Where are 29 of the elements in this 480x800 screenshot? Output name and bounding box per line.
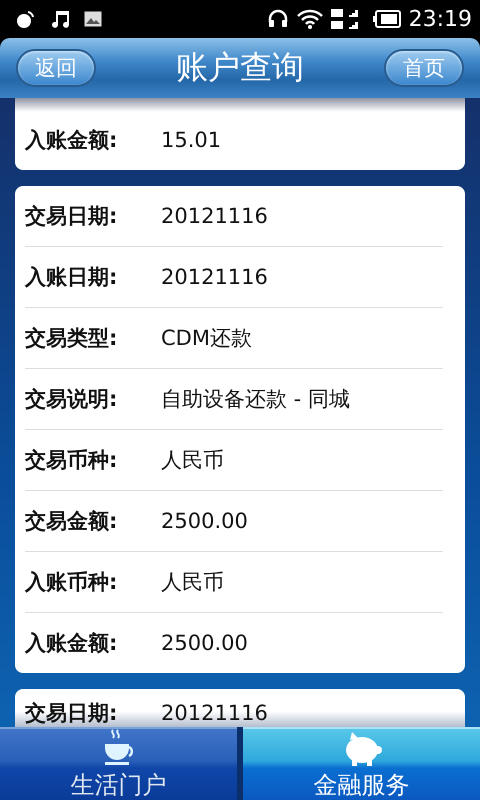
page-title: 账户查询 xyxy=(176,47,304,88)
field-label: 入账金额: xyxy=(25,630,118,657)
field-label: 入账金额: xyxy=(25,127,118,154)
field-label: 交易币种: xyxy=(25,447,118,474)
headset-icon xyxy=(266,8,289,30)
field-value: 2500.00 xyxy=(161,509,248,533)
field-value: CDM还款 xyxy=(161,325,252,352)
field-label: 交易日期: xyxy=(25,203,118,230)
music-icon xyxy=(50,8,70,30)
battery-icon xyxy=(372,10,401,28)
field-value: 20121116 xyxy=(161,204,268,228)
field-value: 15.01 xyxy=(161,128,222,152)
field-value: 20121116 xyxy=(161,701,268,725)
field-value: 人民币 xyxy=(161,447,224,474)
field-label: 交易说明: xyxy=(25,386,118,413)
field-value: 20121116 xyxy=(161,265,268,289)
field-label: 入账日期: xyxy=(25,264,118,291)
tab[interactable]: 金融服务 xyxy=(243,727,480,800)
field-label: 交易金额: xyxy=(25,508,118,535)
image-icon xyxy=(84,11,102,27)
field-label: 入账币种: xyxy=(25,569,118,596)
field-value: 人民币 xyxy=(161,569,224,596)
field-label: 交易类型: xyxy=(25,325,118,352)
field-label: 交易日期: xyxy=(25,700,118,727)
tab[interactable]: 生活门户 xyxy=(0,727,237,800)
field-value: 2500.00 xyxy=(161,631,248,655)
wifi-icon xyxy=(296,9,323,29)
field-value: 自助设备还款 - 同城 xyxy=(161,386,350,413)
status-time: 23:19 xyxy=(408,6,472,32)
